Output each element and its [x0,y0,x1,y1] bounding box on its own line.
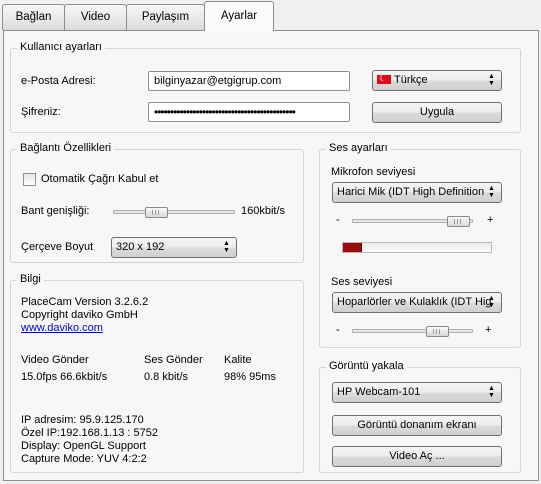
video-send-label: Video Gönder [21,354,89,366]
mic-level-label: Mikrofon seviyesi [331,166,416,178]
email-field[interactable]: bilginyazar@etgigrup.com [148,71,350,91]
quality-value: 98% 95ms [224,371,276,383]
private-ip-text: Özel IP:192.168.1.13 : 5752 [21,427,158,439]
tab-bar: Bağlan Video Paylaşım Ayarlar [0,0,541,31]
apply-button[interactable]: Uygula [372,102,502,123]
auto-accept-checkbox[interactable] [23,173,36,186]
tab-baglan[interactable]: Bağlan [2,4,65,30]
select-arrows-icon: ▲ ▼ [488,185,495,199]
audio-send-label: Ses Gönder [144,354,203,366]
copyright-text: Copyright daviko GmbH [21,309,138,321]
select-arrows-icon: ▲ ▼ [488,73,495,87]
bandwidth-label: Bant genişliği: [21,205,90,217]
frame-size-value: 320 x 192 [116,241,165,253]
bandwidth-value: 160kbit/s [241,205,286,217]
capture-title: Görüntü yakala [326,360,407,372]
tab-ayarlar[interactable]: Ayarlar [204,1,274,31]
camera-select[interactable]: HP Webcam-101 ▲ ▼ [332,382,502,403]
select-arrows-icon: ▲ ▼ [488,385,495,399]
bandwidth-slider-thumb[interactable] [145,207,168,218]
mic-level-meter [342,242,492,253]
mic-device-value: Harici Mik (IDT High Definition [337,186,485,198]
select-arrows-icon: ▲ ▼ [223,240,230,254]
frame-size-select[interactable]: 320 x 192 ▲ ▼ [111,237,237,258]
email-label: e-Posta Adresi: [21,75,96,87]
mic-plus-label: + [487,214,494,226]
frame-size-label: Çerçeve Boyut [21,241,94,253]
info-title: Bilgi [17,273,44,285]
volume-minus-label: - [336,324,340,336]
mic-slider-thumb[interactable] [447,216,470,227]
mic-minus-label: - [336,214,340,226]
sound-settings-title: Ses ayarları [326,142,391,154]
speaker-device-value: Hoparlörler ve Kulaklık (IDT Hig [337,296,492,308]
volume-slider-thumb[interactable] [426,326,449,337]
version-text: PlaceCam Version 3.2.6.2 [21,296,149,308]
select-arrows-icon: ▲ ▼ [488,295,495,309]
password-label: Şifreniz: [21,106,61,118]
volume-plus-label: + [485,324,492,336]
volume-label: Ses seviyesi [331,276,393,288]
hardware-screen-button[interactable]: Görüntü donanım ekranı [332,415,502,436]
password-field[interactable]: ••••••••••••••••••••••••••••••••••••••••… [148,102,350,122]
capture-mode-text: Capture Mode: YUV 4:2:2 [21,453,147,465]
tab-video[interactable]: Video [64,4,127,30]
ip-address-text: IP adresim: 95.9.125.170 [21,414,144,426]
quality-label: Kalite [224,354,252,366]
connection-title: Bağlantı Özellikleri [17,142,115,154]
video-send-value: 15.0fps 66.6kbit/s [21,371,108,383]
speaker-device-select[interactable]: Hoparlörler ve Kulaklık (IDT Hig ▲ ▼ [332,292,502,313]
display-text: Display: OpenGL Support [21,440,146,452]
mic-level-meter-fill [343,243,362,252]
volume-slider-track[interactable] [352,329,473,333]
camera-device-value: HP Webcam-101 [337,386,421,398]
open-video-button[interactable]: Video Aç ... [332,446,502,467]
turkey-flag-icon [377,72,391,84]
audio-send-value: 0.8 kbit/s [144,371,189,383]
tab-paylasim[interactable]: Paylaşım [126,4,205,30]
bandwidth-slider-track[interactable] [113,210,235,214]
mic-device-select[interactable]: Harici Mik (IDT High Definition ▲ ▼ [332,182,502,203]
user-settings-title: Kullanıcı ayarları [17,41,105,53]
language-select[interactable]: Türkçe ▲▼ [372,70,502,91]
auto-accept-label: Otomatik Çağrı Kabul et [41,173,159,185]
language-value: Türkçe [394,74,428,86]
website-link[interactable]: www.daviko.com [21,322,103,334]
